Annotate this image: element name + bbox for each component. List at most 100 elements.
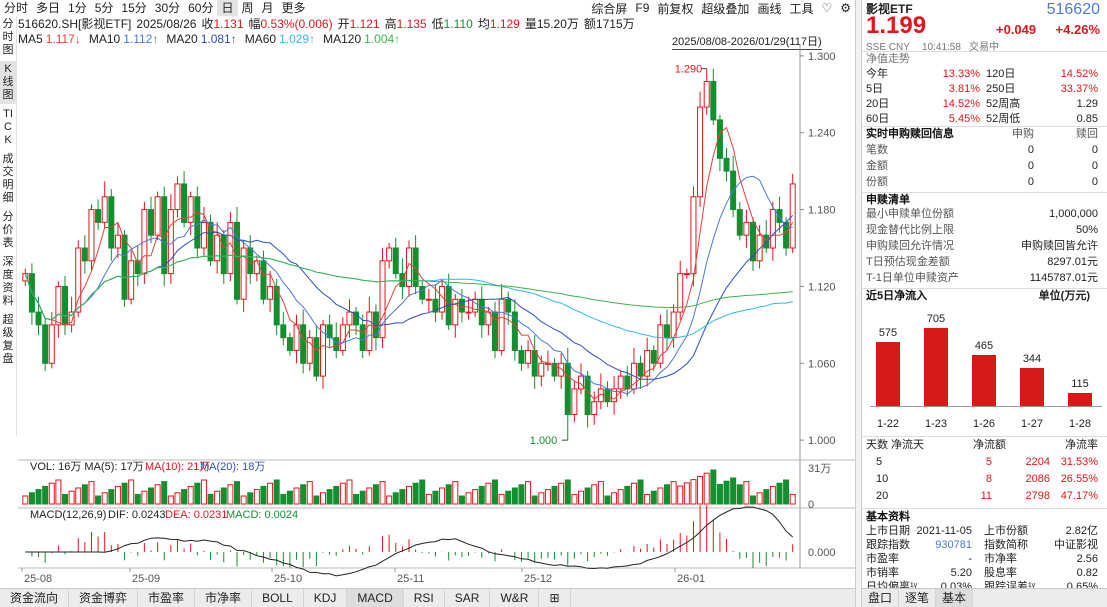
perf-label: 5日 (866, 83, 884, 95)
volume-bar (346, 479, 353, 505)
candle-body (690, 196, 697, 275)
info-line: 516620.SH[影视ETF] 2025/08/26 收1.131 幅0.53… (18, 16, 635, 32)
candle-body (181, 183, 188, 223)
indicator-tab[interactable]: SAR (445, 589, 491, 607)
timeframe-tab[interactable]: 30分 (151, 0, 184, 16)
candle-body (538, 362, 545, 377)
volume-bar (372, 484, 379, 505)
indicator-tab[interactable]: BOLL (252, 589, 304, 607)
volume-bar (28, 492, 35, 505)
candle-body (101, 196, 108, 223)
quote-tab[interactable]: 基本 (936, 589, 974, 607)
candle-body (723, 157, 730, 172)
indicator-tabs: 资金流向 资金博弈 市盈率 市净率 BOLL KDJ MACD RSI SAR W&R ⊞ (0, 588, 855, 607)
toolbar-button[interactable]: 超级叠加 (697, 0, 753, 17)
perf-value: 14.52% (1060, 68, 1098, 80)
volume-bar (525, 481, 532, 505)
volume-bar (88, 481, 95, 505)
candle-body (88, 209, 95, 262)
volume-bar (445, 484, 452, 505)
candle-body (260, 260, 267, 300)
timeframe-tab[interactable]: 更多 (278, 0, 310, 16)
timeframe-tab[interactable]: 周 (238, 0, 258, 16)
perf-label: 52周高 (986, 98, 1021, 110)
toolbar-button[interactable]: 画线 (753, 0, 785, 17)
volume-bar (412, 482, 419, 505)
timeframe-tab[interactable]: 1分 (64, 0, 91, 16)
basic-value: 2021-11-05 (916, 525, 972, 537)
volume-bar (273, 479, 280, 505)
toolbar-button[interactable]: 工具 (785, 0, 817, 17)
candle-body (300, 324, 307, 364)
candle-body (267, 285, 274, 300)
candle-body (35, 311, 42, 326)
volume-bar (240, 495, 247, 505)
timeframe-tab[interactable]: 60分 (184, 0, 217, 16)
volume-bar (234, 481, 240, 505)
timeframe-tab[interactable]: 5分 (91, 0, 118, 16)
volume-bar (48, 482, 55, 505)
timeframe-tab[interactable]: 月 (258, 0, 278, 16)
timeframe-tab[interactable]: 多日 (32, 0, 64, 16)
kline-chart[interactable]: 1.300 1.240 1.180 1.120 1.060 1.000 1.290 1.000… (0, 44, 855, 588)
panel-splitter[interactable] (855, 0, 862, 607)
indicator-tab[interactable]: KDJ (304, 589, 348, 607)
indicator-tab[interactable]: 市净率 (195, 589, 253, 607)
volume-bar (452, 481, 459, 505)
flow-bar-value: 344 (1022, 352, 1042, 365)
toolbar-button[interactable]: 前复权 (653, 0, 697, 17)
candle-body (703, 80, 710, 108)
indicator-tab[interactable]: MACD (347, 589, 404, 607)
heart-icon[interactable]: ♡ (817, 1, 836, 15)
indicator-tab[interactable]: 资金流向 (0, 589, 70, 607)
indicator-tab[interactable]: RSI (404, 589, 445, 607)
timeframe-tab[interactable]: 分时 (0, 0, 32, 16)
candle-body (154, 196, 161, 236)
vol-label: VOL: 16万 MA(5): 17万 (30, 461, 144, 473)
candle-body (48, 324, 55, 364)
timeframe-tab[interactable]: 日 (217, 0, 238, 16)
candle-body (386, 247, 393, 262)
volume-bar (68, 490, 75, 505)
candle-body (664, 324, 670, 339)
candle-body (121, 234, 128, 300)
volume-bar (320, 492, 326, 505)
basic-label: 股息率 (984, 567, 1017, 579)
add-tab-icon[interactable]: ⊞ (539, 589, 571, 607)
gear-icon[interactable]: ⚙ (836, 1, 855, 15)
candle-body (458, 298, 465, 313)
perf-value: 13.33% (942, 68, 980, 80)
indicator-tab[interactable]: 市盈率 (138, 589, 196, 607)
list-value: 50% (1075, 224, 1098, 236)
x-tick-label: 25-12 (524, 573, 552, 585)
volume-bar (683, 482, 690, 505)
volume-bar (657, 487, 664, 505)
quote-tab[interactable]: 逐笔 (899, 589, 937, 607)
perf-label: 今年 (866, 68, 888, 80)
volume-bar (611, 492, 618, 505)
toolbar-button[interactable]: F9 (631, 1, 653, 15)
candle-body (62, 285, 68, 326)
indicator-tab[interactable]: 资金博弈 (69, 589, 139, 607)
indicator-tab[interactable]: W&R (490, 589, 540, 607)
basic-label: 市盈率 (866, 553, 899, 565)
volume-bar (353, 493, 360, 505)
macd-tick: 0.000 (808, 547, 836, 559)
quote-tab[interactable]: 盘口 (862, 589, 900, 607)
flow-up-days: 5 (985, 456, 992, 468)
basic-label: 跟踪指数 (866, 539, 910, 551)
avg-value: 均1.129 (477, 17, 520, 31)
flow-bar (924, 328, 948, 406)
candle-body (769, 209, 776, 249)
perf-value: 14.52% (942, 98, 980, 110)
volume-bar (584, 487, 591, 505)
timeframe-tab[interactable]: 15分 (117, 0, 150, 16)
volume-bar (379, 481, 386, 505)
volume-bar (578, 490, 584, 505)
candle-body (333, 337, 340, 351)
pct-change: +4.26% (1055, 22, 1100, 37)
candle-body (392, 247, 399, 275)
volume-bar (558, 482, 565, 505)
candle-body (518, 349, 525, 364)
basic-label: 市销率 (866, 567, 899, 579)
